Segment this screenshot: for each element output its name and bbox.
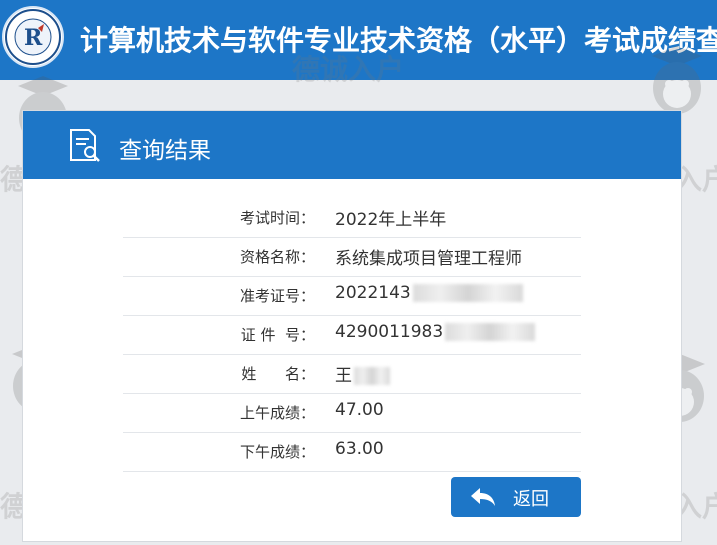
back-arrow-icon	[471, 488, 495, 506]
row-label: 姓 名：	[241, 365, 315, 383]
redacted-mask	[412, 284, 523, 302]
row-value: 4290011983	[335, 322, 536, 342]
site-title: 计算机技术与软件专业技术资格（水平）考试成绩查询	[80, 24, 717, 57]
row-exam-time: 考试时间： 2022年上半年	[123, 199, 581, 238]
row-value: 系统集成项目管理工程师	[335, 249, 522, 269]
row-label: 考试时间：	[239, 209, 315, 227]
panel-title: 查询结果	[119, 138, 211, 164]
row-value: 63.00	[335, 439, 384, 459]
panel-header: 查询结果	[23, 111, 681, 179]
row-label: 资格名称：	[239, 248, 315, 266]
row-label: 准考证号：	[239, 287, 315, 305]
row-id-number: 证 件 号： 4290011983	[123, 316, 581, 355]
page-header: R 计算机技术与软件专业技术资格（水平）考试成绩查询	[0, 0, 717, 80]
row-name: 姓 名： 王	[123, 355, 581, 394]
row-label: 下午成绩：	[239, 443, 315, 461]
row-value: 王	[335, 361, 390, 386]
row-ticket-number: 准考证号： 2022143	[123, 277, 581, 316]
redacted-mask	[354, 367, 390, 385]
redacted-mask	[445, 323, 536, 341]
back-button[interactable]: 返回	[451, 477, 581, 517]
result-list: 考试时间： 2022年上半年 资格名称： 系统集成项目管理工程师 准考证号： 2…	[123, 199, 581, 472]
row-morning-score: 上午成绩： 47.00	[123, 394, 581, 433]
row-afternoon-score: 下午成绩： 63.00	[123, 433, 581, 472]
back-button-label: 返回	[513, 489, 549, 510]
row-qualification: 资格名称： 系统集成项目管理工程师	[123, 238, 581, 277]
exam-logo: R	[2, 6, 64, 68]
row-value: 47.00	[335, 400, 384, 420]
document-search-icon	[70, 129, 100, 162]
row-label: 上午成绩：	[239, 404, 315, 422]
row-value: 2022年上半年	[335, 210, 447, 230]
result-panel: 查询结果 考试时间： 2022年上半年 资格名称： 系统集成项目管理工程师 准考…	[22, 110, 682, 542]
row-value: 2022143	[335, 283, 523, 303]
row-label: 证 件 号：	[240, 326, 315, 344]
